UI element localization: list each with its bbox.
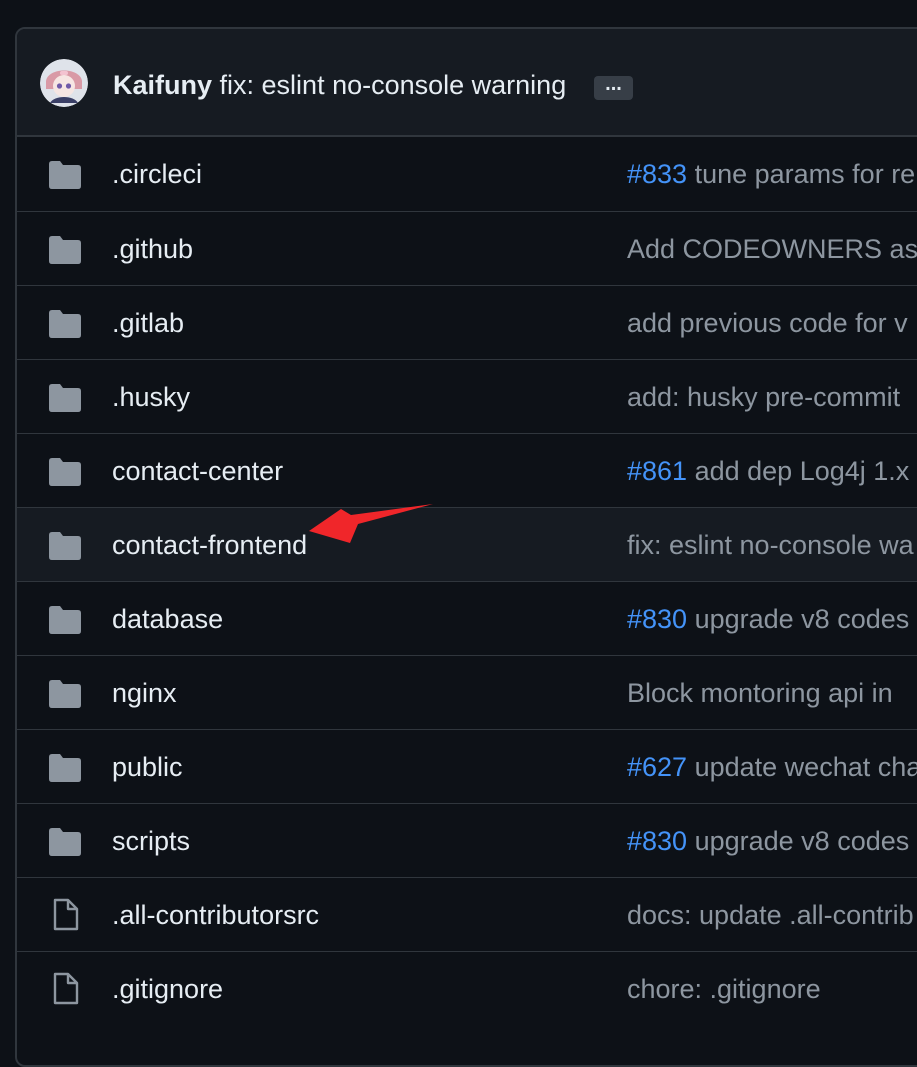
expand-commit-message-button[interactable]: ... <box>594 74 633 100</box>
file-icon <box>48 972 82 1005</box>
folder-icon <box>48 383 82 413</box>
commit-message-link[interactable]: chore: .gitignore <box>627 974 821 1004</box>
file-commit-message: #830 upgrade v8 codes <box>627 582 909 656</box>
commit-message-link[interactable]: Add CODEOWNERS as c <box>627 234 917 264</box>
file-commit-message: #830 upgrade v8 codes <box>627 804 909 878</box>
folder-icon <box>48 457 82 487</box>
file-name-link[interactable]: .gitignore <box>112 952 223 1026</box>
file-name-link[interactable]: nginx <box>112 656 177 730</box>
file-row[interactable]: .husky add: husky pre-commit <box>17 359 917 433</box>
file-list: .circleci #833 tune params for re .github A… <box>17 137 917 1025</box>
avatar-image-icon <box>40 59 88 107</box>
commit-message-link[interactable]: fix: eslint no-console wa <box>627 530 914 560</box>
commit-message-link[interactable]: docs: update .all-contrib <box>627 900 914 930</box>
commit-message-link[interactable]: update wechat cha <box>695 752 917 782</box>
file-row[interactable]: contact-frontend fix: eslint no-console w… <box>17 507 917 581</box>
file-row[interactable]: contact-center #861 add dep Log4j 1.x <box>17 433 917 507</box>
file-name-link[interactable]: .github <box>112 212 193 286</box>
pull-request-link[interactable]: #833 <box>627 159 687 189</box>
file-name-link[interactable]: scripts <box>112 804 190 878</box>
file-name-link[interactable]: .all-contributorsrc <box>112 878 319 952</box>
file-row[interactable]: .all-contributorsrc docs: update .all-con… <box>17 877 917 951</box>
pull-request-link[interactable]: #861 <box>627 456 687 486</box>
commit-message-link[interactable]: upgrade v8 codes <box>695 826 910 856</box>
file-commit-message: Block montoring api in <box>627 656 893 730</box>
folder-icon <box>48 309 82 339</box>
file-commit-message: add: husky pre-commit <box>627 360 900 434</box>
folder-icon <box>48 605 82 635</box>
folder-icon <box>48 827 82 857</box>
file-row[interactable]: .github Add CODEOWNERS as c <box>17 211 917 285</box>
file-name-link[interactable]: .gitlab <box>112 286 184 360</box>
commit-message-link[interactable]: add: husky pre-commit <box>627 382 900 412</box>
file-name-link[interactable]: public <box>112 730 183 804</box>
file-commit-message: chore: .gitignore <box>627 952 821 1026</box>
file-browser-panel: Kaifuny fix: eslint no-console warning .… <box>15 27 917 1067</box>
commit-message-link[interactable]: fix: eslint no-console warning <box>220 70 567 100</box>
file-commit-message: #833 tune params for re <box>627 137 915 211</box>
commit-message-link[interactable]: tune params for re <box>695 159 916 189</box>
pull-request-link[interactable]: #830 <box>627 604 687 634</box>
pull-request-link[interactable]: #830 <box>627 826 687 856</box>
commit-message-link[interactable]: add previous code for v <box>627 308 908 338</box>
commit-author-link[interactable]: Kaifuny <box>113 70 212 100</box>
file-commit-message: #627 update wechat cha <box>627 730 917 804</box>
file-row[interactable]: .gitlab add previous code for v <box>17 285 917 359</box>
file-row[interactable]: public #627 update wechat cha <box>17 729 917 803</box>
folder-icon <box>48 679 82 709</box>
file-name-link[interactable]: .circleci <box>112 137 202 211</box>
file-name-link[interactable]: database <box>112 582 223 656</box>
file-row[interactable]: .circleci #833 tune params for re <box>17 137 917 211</box>
commit-message-link[interactable]: add dep Log4j 1.x <box>695 456 910 486</box>
file-name-link[interactable]: .husky <box>112 360 190 434</box>
file-row[interactable]: .gitignore chore: .gitignore <box>17 951 917 1025</box>
file-name-link[interactable]: contact-center <box>112 434 283 508</box>
pull-request-link[interactable]: #627 <box>627 752 687 782</box>
file-commit-message: docs: update .all-contrib <box>627 878 914 952</box>
file-commit-message: Add CODEOWNERS as c <box>627 212 917 286</box>
folder-icon <box>48 235 82 265</box>
latest-commit-text: Kaifuny fix: eslint no-console warning <box>113 67 566 103</box>
file-commit-message: add previous code for v <box>627 286 908 360</box>
commit-message-link[interactable]: upgrade v8 codes <box>695 604 910 634</box>
author-avatar[interactable] <box>40 59 88 107</box>
commit-message-link[interactable]: Block montoring api in <box>627 678 893 708</box>
file-icon <box>48 898 82 931</box>
folder-icon <box>48 160 82 190</box>
folder-icon <box>48 531 82 561</box>
file-commit-message: fix: eslint no-console wa <box>627 508 914 582</box>
file-name-link[interactable]: contact-frontend <box>112 508 307 582</box>
file-commit-message: #861 add dep Log4j 1.x <box>627 434 909 508</box>
file-row[interactable]: database #830 upgrade v8 codes <box>17 581 917 655</box>
latest-commit-header: Kaifuny fix: eslint no-console warning .… <box>17 29 917 137</box>
file-row[interactable]: scripts #830 upgrade v8 codes <box>17 803 917 877</box>
file-row[interactable]: nginx Block montoring api in <box>17 655 917 729</box>
folder-icon <box>48 753 82 783</box>
